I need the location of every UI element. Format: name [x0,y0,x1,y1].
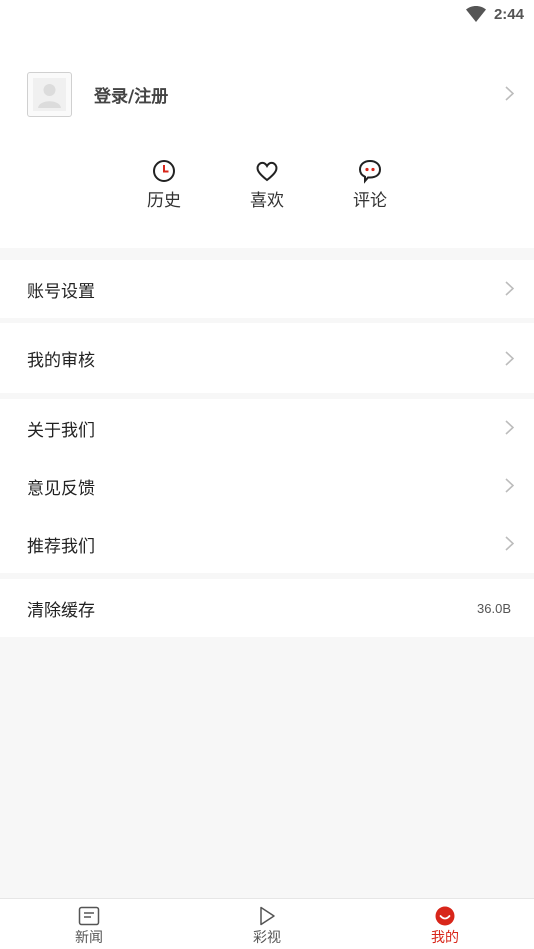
tab-label: 新闻 [75,930,103,946]
profile-smile-icon [435,906,455,926]
tab-me[interactable]: 我的 [356,899,534,949]
avatar[interactable] [27,72,72,117]
profile-header: 登录/注册 历史 喜欢 评论 [0,30,534,248]
chevron-right-icon[interactable] [505,86,514,101]
quick-action-comment[interactable]: 评论 [335,158,405,211]
menu-item-recommend-us[interactable]: 推荐我们 [0,515,534,573]
menu-item-clear-cache[interactable]: 清除缓存 36.0B [0,579,534,637]
status-time: 2:44 [493,5,524,23]
menu-item-my-review[interactable]: 我的审核 [0,323,534,393]
menu-item-about-us[interactable]: 关于我们 [0,399,534,457]
quick-action-label: 历史 [147,191,181,211]
chevron-right-icon [505,281,514,296]
menu-item-label: 账号设置 [27,281,95,302]
quick-action-label: 评论 [353,191,387,211]
menu-item-feedback[interactable]: 意见反馈 [0,457,534,515]
comment-icon [358,159,382,184]
menu-item-label: 意见反馈 [27,478,95,499]
menu-item-label: 清除缓存 [27,600,95,621]
quick-action-like[interactable]: 喜欢 [232,158,302,211]
chevron-right-icon [505,536,514,551]
menu-group-info: 关于我们 意见反馈 推荐我们 [0,399,534,573]
quick-action-label: 喜欢 [250,191,284,211]
clock-icon [153,160,175,182]
menu-group-account: 账号设置 [0,260,534,318]
tab-video[interactable]: 彩视 [178,899,356,949]
avatar-placeholder-icon [33,78,66,111]
cache-size-value: 36.0B [477,600,511,616]
menu-item-account-settings[interactable]: 账号设置 [0,260,534,318]
menu-group-cache: 清除缓存 36.0B [0,579,534,637]
menu-item-label: 我的审核 [27,350,95,371]
tab-label: 彩视 [253,930,281,946]
menu-group-review: 我的审核 [0,323,534,393]
quick-action-history[interactable]: 历史 [129,158,199,211]
status-right: 2:44 [465,4,524,24]
bottom-nav: 新闻 彩视 我的 [0,898,534,949]
chevron-right-icon [505,478,514,493]
chevron-right-icon [505,420,514,435]
login-register-link[interactable]: 登录/注册 [94,82,168,107]
heart-icon [256,161,278,182]
wifi-icon [465,5,486,22]
news-icon [78,906,100,926]
menu-item-label: 推荐我们 [27,536,95,557]
play-icon [260,906,275,926]
status-bar: 2:44 [0,0,534,30]
menu-item-label: 关于我们 [27,420,95,441]
tab-label: 我的 [431,930,459,946]
chevron-right-icon [505,351,514,366]
tab-news[interactable]: 新闻 [0,899,178,949]
